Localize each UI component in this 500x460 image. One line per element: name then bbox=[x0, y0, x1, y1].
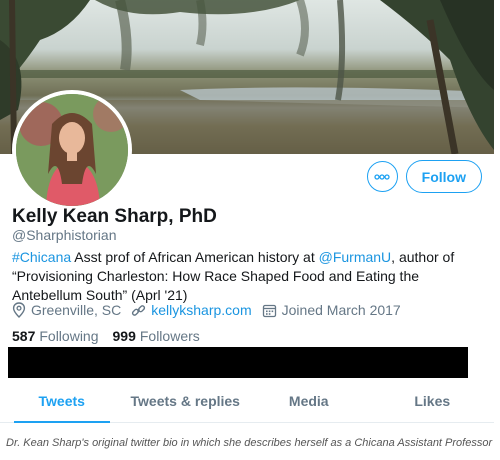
joined-date: Joined March 2017 bbox=[262, 302, 401, 318]
profile-bio: #Chicana Asst prof of African American h… bbox=[12, 248, 482, 305]
profile-handle: @Sharphistorian bbox=[12, 227, 117, 243]
bio-mention-link[interactable]: @FurmanU bbox=[319, 249, 392, 265]
joined-text: Joined March 2017 bbox=[281, 302, 401, 318]
calendar-icon bbox=[262, 304, 276, 317]
following-label: Following bbox=[39, 328, 99, 344]
profile-meta: Greenville, SC kellyksharp.com Joined Ma… bbox=[12, 302, 411, 318]
avatar[interactable] bbox=[12, 90, 132, 210]
bio-hashtag-link[interactable]: #Chicana bbox=[12, 249, 71, 265]
profile-name: Kelly Kean Sharp, PhD bbox=[12, 206, 217, 227]
tab-tweets-replies[interactable]: Tweets & replies bbox=[124, 380, 248, 422]
website[interactable]: kellyksharp.com bbox=[131, 302, 252, 318]
more-options-button[interactable] bbox=[366, 161, 398, 192]
location: Greenville, SC bbox=[12, 302, 121, 318]
image-caption: Dr. Kean Sharp's original twitter bio in… bbox=[6, 437, 493, 449]
followers-label: Followers bbox=[139, 328, 200, 344]
website-link[interactable]: kellyksharp.com bbox=[151, 302, 251, 318]
link-icon bbox=[132, 304, 146, 316]
bio-text: Asst prof of African American history at bbox=[71, 249, 319, 265]
location-pin-icon bbox=[12, 302, 26, 318]
more-dots-icon bbox=[374, 173, 390, 180]
profile-card: Follow Kelly Kean Sharp, PhD @Sharphisto… bbox=[0, 0, 494, 430]
following-count[interactable]: 587 Following bbox=[12, 328, 99, 344]
following-number: 587 bbox=[12, 328, 36, 344]
tab-likes[interactable]: Likes bbox=[371, 380, 495, 422]
redaction-bar bbox=[8, 347, 468, 378]
follow-button[interactable]: Follow bbox=[405, 160, 482, 193]
followers-number: 999 bbox=[112, 328, 136, 344]
location-text: Greenville, SC bbox=[31, 302, 122, 318]
tab-media[interactable]: Media bbox=[247, 380, 371, 422]
followers-count[interactable]: 999 Followers bbox=[113, 328, 200, 344]
profile-tabs: Tweets Tweets & replies Media Likes bbox=[0, 380, 494, 423]
follow-counts: 587 Following 999 Followers bbox=[12, 328, 214, 344]
tab-tweets[interactable]: Tweets bbox=[0, 380, 124, 423]
profile-actions: Follow bbox=[366, 160, 482, 193]
